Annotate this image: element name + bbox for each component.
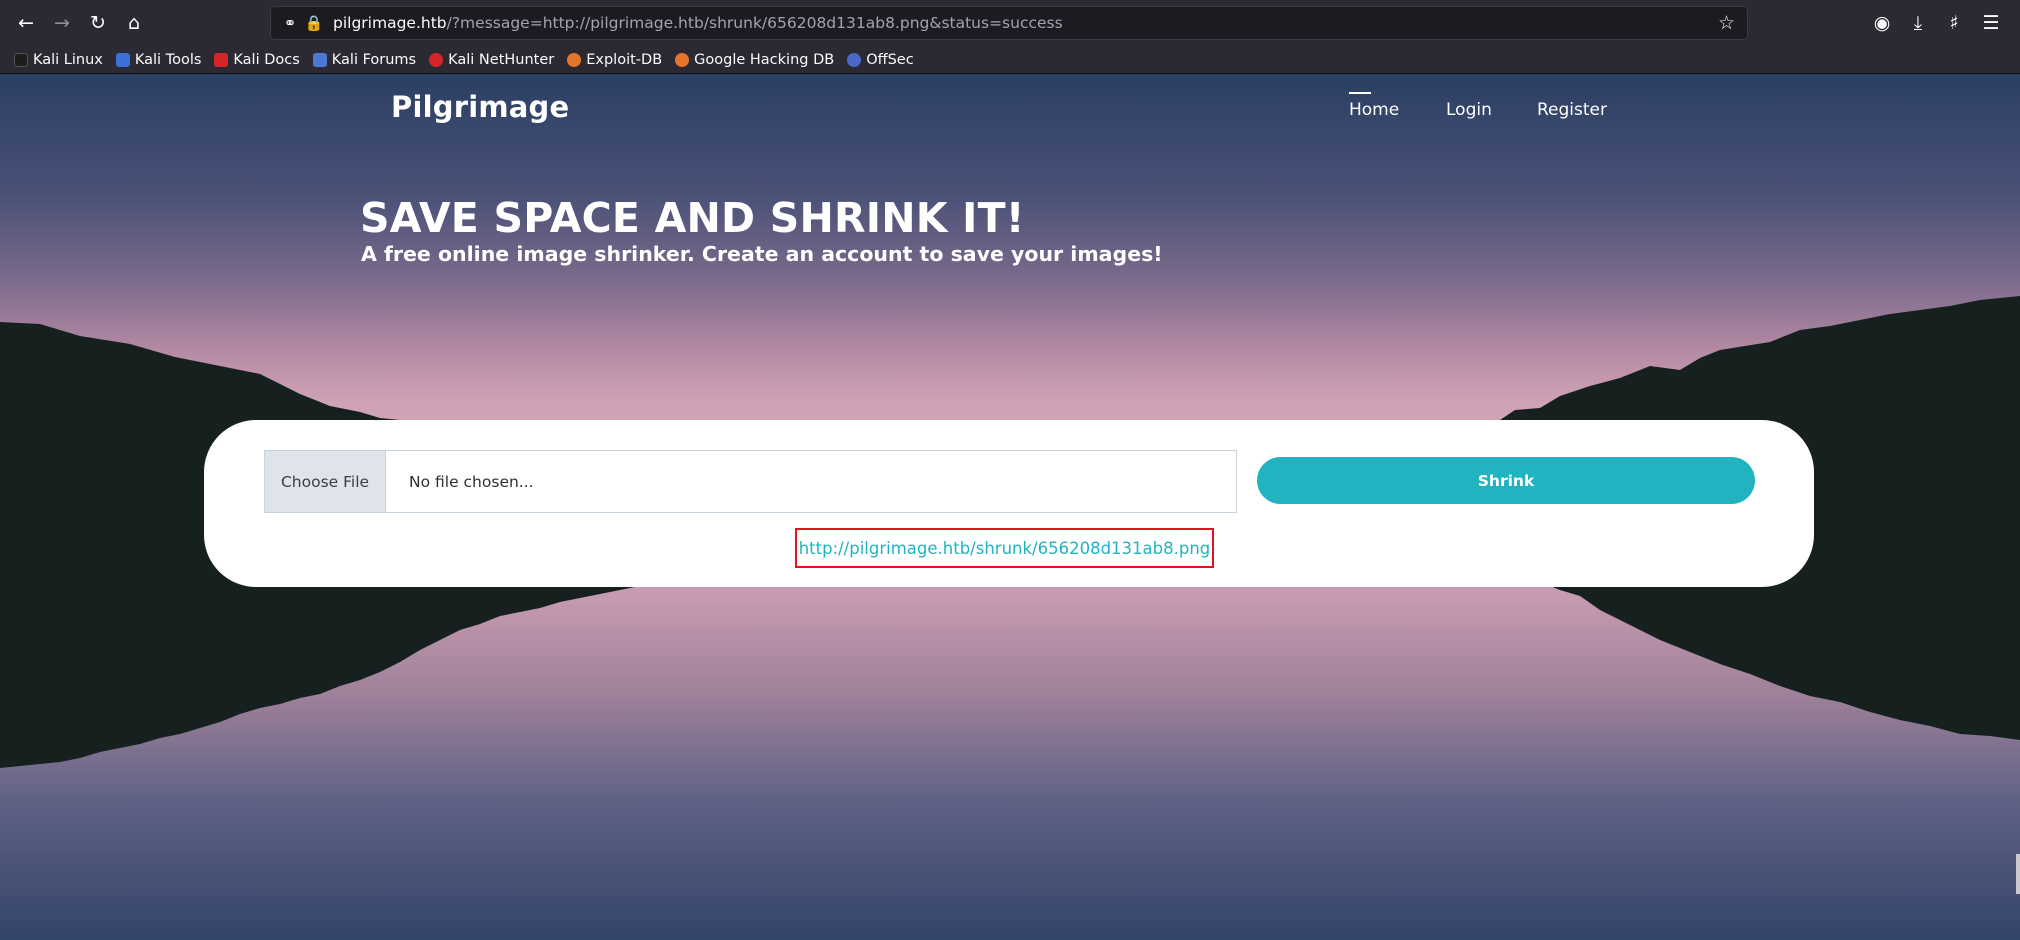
exploit-db-icon [567,52,582,67]
bookmark-kali-tools[interactable]: Kali Tools [115,51,202,68]
browser-toolbar: ← → ↻ ⌂ ⚭ 🔒 pilgrimage.htb/?message=http… [0,0,2020,46]
pocket-icon[interactable]: ◉ [1868,9,1896,37]
file-input[interactable]: Choose File No file chosen... [264,450,1237,513]
bookmark-exploit-db[interactable]: Exploit-DB [567,52,662,68]
bookmark-label: Kali Docs [233,51,300,68]
offsec-icon [847,52,862,67]
scrollbar[interactable] [2016,854,2020,894]
kali-forums-icon [312,52,327,67]
nethunter-icon [429,52,444,67]
reload-icon[interactable]: ↻ [84,9,112,37]
shrunk-image-link[interactable]: http://pilgrimage.htb/shrunk/656208d131a… [795,528,1214,568]
bookmark-label: Kali Forums [331,51,417,68]
kali-tools-icon [115,52,130,67]
bookmark-label: Exploit-DB [586,51,663,68]
bookmark-label: Google Hacking DB [694,51,835,68]
nav-register[interactable]: Register [1537,100,1607,120]
bookmark-label: Kali NetHunter [448,51,555,68]
choose-file-button[interactable]: Choose File [265,451,386,512]
home-icon[interactable]: ⌂ [120,9,148,37]
ghdb-icon [675,52,690,67]
bookmark-star-icon[interactable]: ☆ [1718,12,1735,34]
hero-subtitle: A free online image shrinker. Create an … [361,242,1163,266]
nav-login[interactable]: Login [1446,100,1492,120]
address-bar[interactable]: ⚭ 🔒 pilgrimage.htb/?message=http://pilgr… [270,6,1748,40]
nav-home[interactable]: Home [1349,92,1399,120]
bookmarks-bar: Kali Linux Kali Tools Kali Docs Kali For… [0,46,2020,74]
download-icon[interactable]: ⤓ [1904,9,1932,37]
bookmark-kali-nethunter[interactable]: Kali NetHunter [429,52,554,68]
bookmark-label: Kali Linux [33,51,103,68]
bookmark-label: OffSec [866,51,914,68]
bookmark-label: Kali Tools [134,51,202,68]
extensions-icon[interactable]: ♯ [1940,9,1968,37]
menu-icon[interactable]: ☰ [1977,9,2005,37]
bookmark-offsec[interactable]: OffSec [847,52,914,68]
upload-card: Choose File No file chosen... Shrink htt… [204,420,1814,587]
kali-docs-icon [214,52,229,67]
bookmark-kali-forums[interactable]: Kali Forums [312,51,417,68]
hero-title: SAVE SPACE AND SHRINK IT! [360,194,1025,242]
forward-arrow-icon[interactable]: → [48,9,76,37]
bookmark-kali-linux[interactable]: Kali Linux [14,52,103,68]
url-host: pilgrimage.htb [333,14,447,32]
url-text: pilgrimage.htb/?message=http://pilgrimag… [333,14,1063,32]
site-logo[interactable]: Pilgrimage [391,90,569,124]
lock-icon[interactable]: 🔒 [303,14,325,32]
bookmark-google-hacking-db[interactable]: Google Hacking DB [675,52,834,68]
bookmark-kali-docs[interactable]: Kali Docs [214,51,300,68]
shrink-button[interactable]: Shrink [1257,457,1755,504]
back-arrow-icon[interactable]: ← [12,9,40,37]
shield-icon[interactable]: ⚭ [279,14,301,32]
kali-dragon-icon [14,52,28,67]
url-path: /?message=http://pilgrimage.htb/shrunk/6… [446,14,1063,32]
file-name-label: No file chosen... [409,472,534,491]
page-viewport: Pilgrimage Home Login Register SAVE SPAC… [0,74,2020,940]
